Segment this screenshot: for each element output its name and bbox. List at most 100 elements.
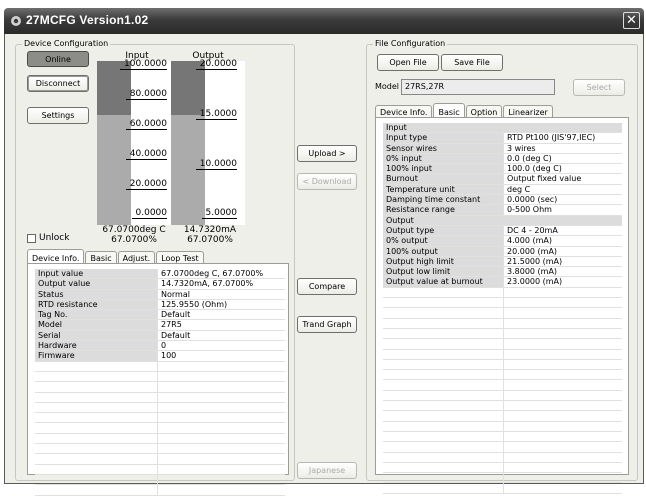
file-basic-table: Input Input type RTD Pt100 (JIS'97,IEC) Sen…	[383, 123, 622, 494]
table-row	[383, 328, 622, 340]
online-indicator: Online	[27, 51, 89, 67]
section-header-row: Input	[383, 123, 622, 134]
row-value	[503, 328, 622, 339]
save-file-button[interactable]: Save File	[441, 54, 503, 71]
table-row	[383, 483, 622, 494]
table-row	[383, 431, 622, 443]
open-file-button[interactable]: Open File	[377, 54, 439, 71]
table-row: Temperature unit deg C	[383, 184, 622, 196]
row-value: 0-500 Ohm	[503, 205, 622, 215]
table-row	[35, 433, 285, 445]
table-row	[383, 380, 622, 391]
row-value	[503, 442, 622, 452]
row-value: 21.5000 (mA)	[503, 256, 622, 267]
row-value	[157, 444, 285, 454]
row-label	[383, 360, 504, 369]
row-value	[503, 287, 622, 298]
row-label	[35, 465, 158, 474]
input-tick-text: 100.0000	[120, 59, 167, 70]
device-info-table: Input value 67.0700deg C, 67.0700% Output …	[35, 269, 285, 496]
table-row	[35, 402, 285, 414]
table-row	[35, 474, 285, 486]
close-icon[interactable]: ✕	[623, 12, 640, 29]
table-row: Model 27R5	[35, 320, 285, 331]
input-tick-text: 40.0000	[125, 149, 167, 160]
table-row: Input value 67.0700deg C, 67.0700%	[35, 269, 285, 280]
row-label	[383, 463, 504, 472]
output-tick-text: 20.0000	[195, 59, 237, 70]
row-label	[35, 485, 158, 494]
section-title: Output	[386, 215, 414, 225]
row-label: Temperature unit	[383, 184, 504, 195]
model-label: Model	[375, 82, 400, 91]
row-value	[503, 483, 622, 493]
select-button[interactable]: Select	[573, 79, 625, 96]
output-tick-label: 20.0000	[175, 59, 237, 70]
table-row	[35, 464, 285, 475]
row-value: 4.000 (mA)	[503, 236, 622, 246]
table-row	[383, 390, 622, 402]
table-row	[383, 473, 622, 484]
row-label	[35, 393, 158, 402]
compare-button[interactable]: Compare	[297, 278, 357, 295]
row-value	[157, 474, 285, 485]
row-label	[383, 442, 504, 451]
window-title: 27MCFG Version1.02	[26, 13, 149, 27]
row-value	[157, 371, 285, 382]
disconnect-button[interactable]: Disconnect	[27, 75, 89, 92]
output-tick-text: 15.0000	[195, 109, 237, 120]
row-value	[503, 401, 622, 411]
row-value	[503, 473, 622, 483]
upload-button[interactable]: Upload >	[297, 145, 357, 162]
row-value: 0.0000 (sec)	[503, 195, 622, 205]
japanese-button[interactable]: Japanese	[297, 462, 357, 479]
row-label	[35, 372, 158, 381]
download-button[interactable]: < Download	[297, 173, 357, 190]
input-tick-label: 100.0000	[105, 59, 167, 70]
table-row: Output value at burnout 23.0000 (mA)	[383, 277, 622, 288]
table-row: RTD resistance 125.9550 (Ohm)	[35, 299, 285, 311]
section-title: Input	[386, 123, 407, 132]
row-value	[157, 413, 285, 423]
output-tick-label: 5.0000	[175, 208, 237, 219]
row-value	[503, 359, 622, 370]
row-value	[503, 390, 622, 401]
settings-button[interactable]: Settings	[27, 107, 89, 124]
table-row	[383, 462, 622, 474]
row-value	[157, 361, 285, 371]
row-label: Output type	[383, 225, 504, 236]
table-row	[35, 361, 285, 372]
table-row: Output type DC 4 - 20mA	[383, 225, 622, 237]
unlock-checkbox[interactable]	[27, 234, 36, 243]
row-label: 100% input	[383, 164, 504, 174]
row-value	[157, 464, 285, 474]
row-value	[157, 402, 285, 413]
row-label: Hardware	[35, 341, 158, 351]
row-value	[503, 462, 622, 473]
table-row: 100% input 100.0 (deg C)	[383, 164, 622, 175]
table-row	[35, 392, 285, 403]
trend-graph-button[interactable]: Trand Graph	[297, 316, 357, 333]
table-row	[35, 382, 285, 393]
row-value: RTD Pt100 (JIS'97,IEC)	[503, 133, 622, 143]
row-label: Tag No.	[35, 310, 158, 320]
row-label: Input value	[35, 269, 158, 279]
table-row	[383, 318, 622, 329]
main-window: Device Configuration Online Disconnect S…	[4, 34, 644, 496]
section-header-row: Output	[383, 215, 622, 226]
row-value: 27R5	[157, 320, 285, 330]
row-label	[383, 288, 504, 297]
row-value: 0.0 (deg C)	[503, 153, 622, 164]
input-tick-label: 20.0000	[105, 179, 167, 190]
input-tick-text: 20.0000	[125, 179, 167, 190]
input-tick-label: 60.0000	[105, 119, 167, 130]
row-label	[383, 401, 504, 410]
table-row	[383, 442, 622, 453]
row-value	[503, 339, 622, 349]
output-percent: 67.0700%	[187, 235, 233, 245]
row-label	[383, 422, 504, 431]
row-label	[383, 473, 504, 482]
output-tick-text: 10.0000	[195, 159, 237, 170]
row-label	[383, 319, 504, 328]
row-value: DC 4 - 20mA	[503, 225, 622, 236]
